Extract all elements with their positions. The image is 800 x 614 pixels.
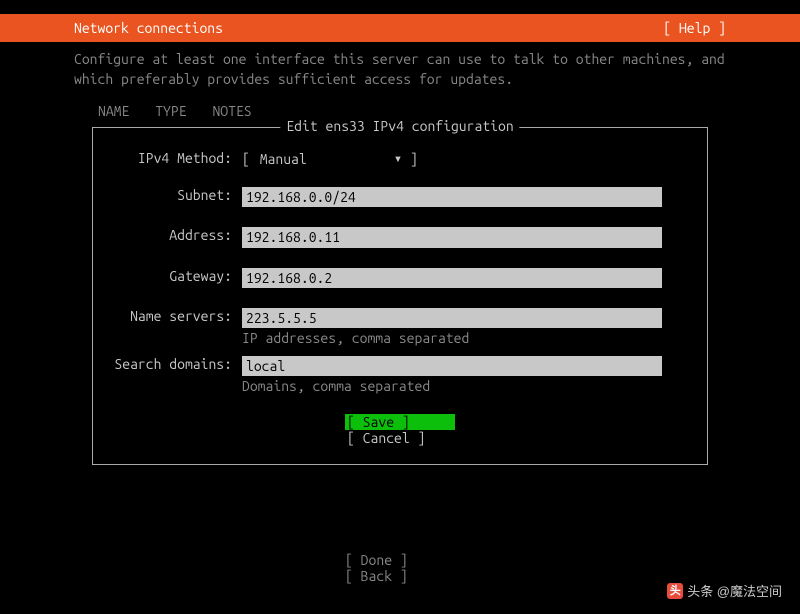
col-name: NAME [98, 103, 129, 119]
subnet-label: Subnet: [107, 187, 242, 203]
bracket-close: ] [410, 151, 418, 167]
nameservers-label: Name servers: [107, 308, 242, 324]
method-dropdown[interactable]: [ Manual ▾ ] [242, 150, 418, 167]
method-value: Manual [258, 151, 388, 167]
watermark-text: 头条 @魔法空间 [687, 581, 782, 600]
gateway-label: Gateway: [107, 268, 242, 284]
footer-buttons: [ Done ] [ Back ] [0, 552, 800, 584]
searchdomains-row: Search domains: local Domains, comma sep… [107, 356, 693, 394]
help-button[interactable]: [ Help ] [663, 20, 726, 36]
watermark-icon: 头 [667, 583, 683, 599]
box-title: Edit ens33 IPv4 configuration [280, 118, 519, 134]
searchdomains-hint: Domains, comma separated [242, 378, 662, 394]
gateway-row: Gateway: 192.168.0.2 [107, 268, 693, 288]
method-label: IPv4 Method: [107, 150, 242, 166]
nameservers-row: Name servers: 223.5.5.5 IP addresses, co… [107, 308, 693, 346]
address-label: Address: [107, 227, 242, 243]
back-button[interactable]: [ Back ] [345, 568, 455, 584]
done-button[interactable]: [ Done ] [345, 552, 455, 568]
col-type: TYPE [155, 103, 186, 119]
page-title: Network connections [74, 20, 223, 36]
subnet-row: Subnet: 192.168.0.0/24 [107, 187, 693, 207]
subnet-input[interactable]: 192.168.0.0/24 [242, 187, 662, 207]
col-notes: NOTES [212, 103, 251, 119]
bracket-open: [ [242, 151, 250, 167]
dialog-buttons: [ Save ] [ Cancel ] [107, 414, 693, 446]
searchdomains-label: Search domains: [107, 356, 242, 372]
watermark: 头 头条 @魔法空间 [667, 581, 782, 600]
nameservers-hint: IP addresses, comma separated [242, 330, 662, 346]
cancel-button[interactable]: [ Cancel ] [345, 430, 455, 446]
ipv4-config-box: Edit ens33 IPv4 configuration IPv4 Metho… [92, 127, 708, 465]
save-button[interactable]: [ Save ] [345, 414, 455, 430]
chevron-down-icon: ▾ [394, 150, 402, 167]
page-description: Configure at least one interface this se… [0, 42, 800, 99]
searchdomains-input[interactable]: local [242, 356, 662, 376]
gateway-input[interactable]: 192.168.0.2 [242, 268, 662, 288]
method-row: IPv4 Method: [ Manual ▾ ] [107, 150, 693, 167]
nameservers-input[interactable]: 223.5.5.5 [242, 308, 662, 328]
header-bar: Network connections [ Help ] [0, 14, 800, 42]
address-row: Address: 192.168.0.11 [107, 227, 693, 247]
address-input[interactable]: 192.168.0.11 [242, 227, 662, 247]
